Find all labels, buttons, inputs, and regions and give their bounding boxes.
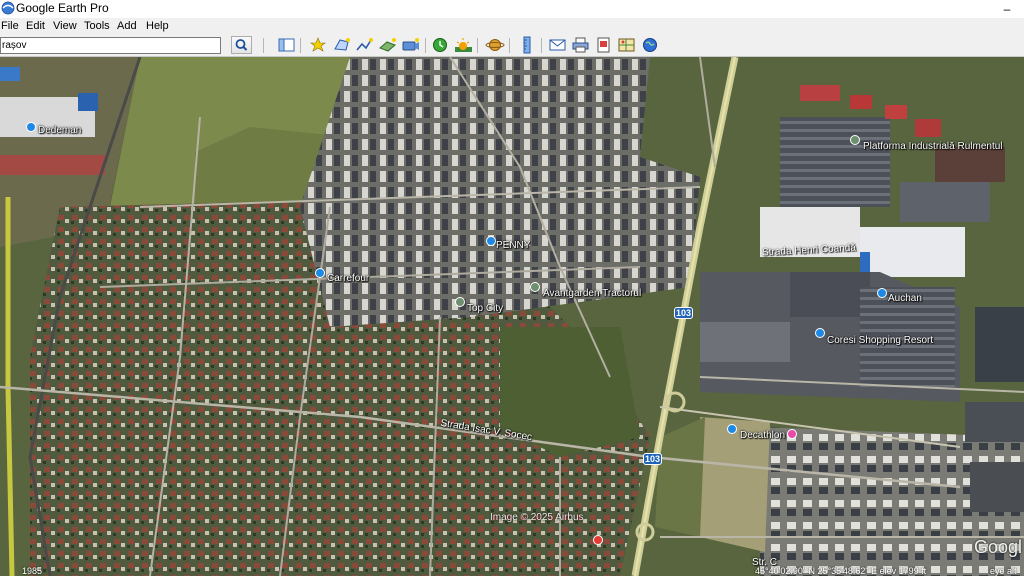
historical-imagery-icon: [433, 38, 447, 52]
satellite-imagery: [0, 57, 1024, 576]
add-placemark-button[interactable]: [308, 36, 329, 54]
poi-label-decathlon[interactable]: Decathlon: [740, 430, 785, 441]
record-tour-icon: [402, 38, 419, 51]
view-in-maps-button[interactable]: [616, 36, 637, 54]
switch-planet-button[interactable]: [485, 36, 506, 54]
coordinates-readout: 45°40'02.90" N 25°35'48.62" E elev 1799 …: [755, 566, 927, 576]
save-image-button[interactable]: [593, 36, 614, 54]
poi-label-dedeman[interactable]: Dedeman: [38, 125, 81, 136]
add-image-overlay-button[interactable]: [377, 36, 398, 54]
poi-label-auchan[interactable]: Auchan: [888, 293, 922, 304]
poi-pin-dedeman[interactable]: [26, 122, 36, 132]
email-button[interactable]: [547, 36, 568, 54]
imagery-date: 1985: [22, 566, 43, 576]
historical-imagery-button[interactable]: [430, 36, 451, 54]
sidebar-toggle-button[interactable]: [276, 36, 297, 54]
poi-label-avantgarden[interactable]: Avantgarden Tractorul: [543, 288, 641, 299]
eye-altitude-label: eye alt: [990, 566, 1017, 576]
print-icon: [572, 37, 589, 53]
google-earth-icon: [1, 1, 15, 15]
email-icon: [549, 39, 566, 51]
poi-pin-decathlon-store[interactable]: [727, 424, 737, 434]
poi-pin-coresi[interactable]: [815, 328, 825, 338]
poi-pin-auchan[interactable]: [877, 288, 887, 298]
placemark-icon: [310, 37, 326, 52]
poi-label-carrefour[interactable]: Carrefour: [327, 273, 369, 284]
menu-view[interactable]: View: [53, 20, 77, 33]
title-bar: Google Earth Pro –: [0, 0, 1024, 18]
poi-label-platforma[interactable]: Platforma Industrială Rulmentul: [863, 141, 1003, 152]
toolbar-separator: [263, 38, 264, 53]
poi-pin-red[interactable]: [593, 535, 603, 545]
map-view[interactable]: Dedeman PENNY Carrefour Top City Avantga…: [0, 57, 1024, 576]
imagery-credit: Image © 2025 Airbus: [490, 512, 584, 523]
window-title: Google Earth Pro: [16, 1, 109, 15]
toolbar-separator: [477, 38, 478, 53]
search-button[interactable]: [231, 36, 252, 54]
toolbar-separator: [425, 38, 426, 53]
earth-gallery-button[interactable]: [640, 36, 661, 54]
ruler-icon: [523, 36, 531, 54]
path-icon: [356, 38, 373, 51]
sidebar-toggle-icon: [278, 38, 295, 52]
poi-pin-decathlon[interactable]: [787, 429, 797, 439]
polygon-icon: [334, 38, 350, 51]
planet-icon: [485, 39, 505, 51]
print-button[interactable]: [570, 36, 591, 54]
menu-bar: File Edit View Tools Add Help: [0, 18, 1024, 35]
add-polygon-button[interactable]: [331, 36, 352, 54]
image-overlay-icon: [379, 38, 396, 52]
save-image-icon: [597, 37, 610, 53]
record-tour-button[interactable]: [400, 36, 421, 54]
poi-pin-top-city[interactable]: [455, 297, 465, 307]
toolbar-separator: [541, 38, 542, 53]
poi-label-coresi[interactable]: Coresi Shopping Resort: [827, 335, 933, 346]
poi-pin-avantgarden[interactable]: [530, 282, 540, 292]
sunlight-icon: [455, 38, 472, 52]
poi-pin-platforma[interactable]: [850, 135, 860, 145]
earth-gallery-icon: [643, 38, 657, 52]
minimize-button[interactable]: –: [1000, 3, 1014, 15]
google-logo: Googl: [973, 537, 1022, 557]
add-path-button[interactable]: [354, 36, 375, 54]
toolbar-separator: [300, 38, 301, 53]
toolbar-separator: [509, 38, 510, 53]
menu-edit[interactable]: Edit: [26, 20, 45, 33]
poi-label-penny[interactable]: PENNY: [496, 240, 530, 251]
poi-label-top-city[interactable]: Top City: [467, 303, 503, 314]
menu-file[interactable]: File: [1, 20, 19, 33]
menu-tools[interactable]: Tools: [84, 20, 110, 33]
road-shield-103: 103: [674, 307, 693, 319]
toolbar: [0, 35, 1024, 57]
menu-help[interactable]: Help: [146, 20, 169, 33]
menu-add[interactable]: Add: [117, 20, 137, 33]
magnifier-icon: [235, 39, 248, 51]
ruler-button[interactable]: [517, 36, 538, 54]
poi-pin-carrefour[interactable]: [315, 268, 325, 278]
poi-pin-penny[interactable]: [486, 236, 496, 246]
road-shield-103: 103: [643, 453, 662, 465]
sunlight-button[interactable]: [453, 36, 474, 54]
view-in-maps-icon: [618, 38, 635, 52]
search-input[interactable]: [0, 37, 221, 54]
